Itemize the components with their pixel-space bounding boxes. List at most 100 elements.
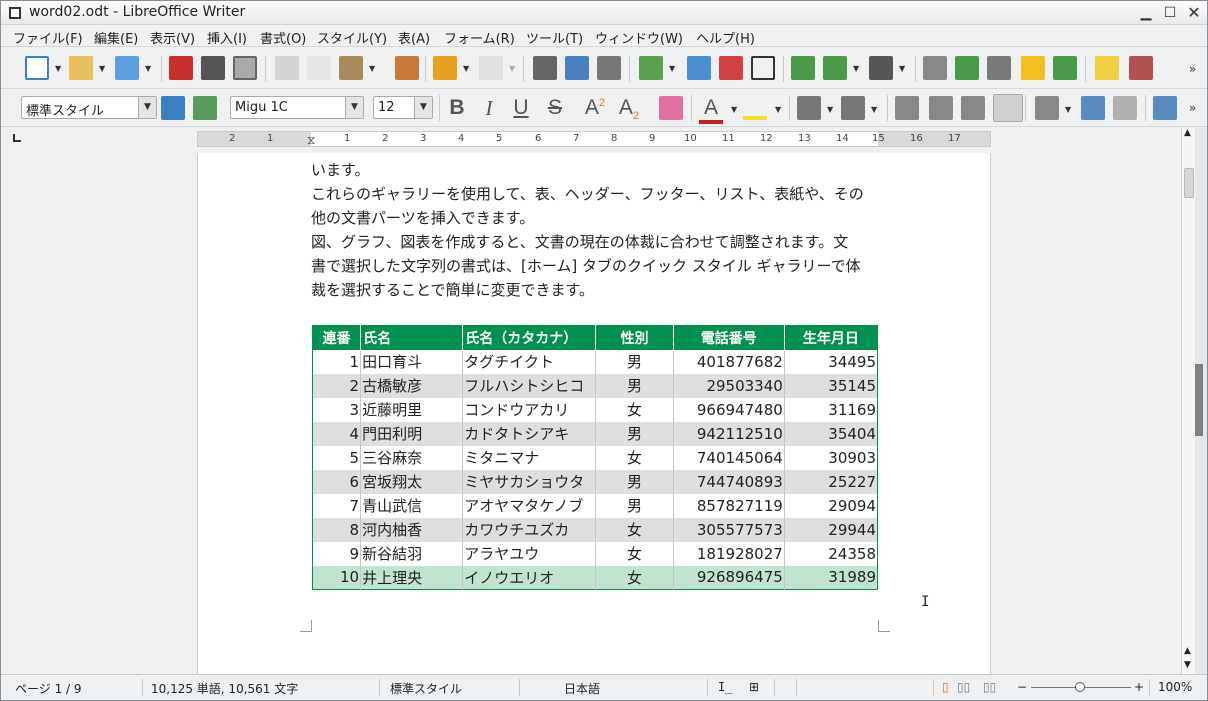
- bookmark-icon[interactable]: [1021, 56, 1045, 80]
- book-view-icon[interactable]: ▯▯: [983, 680, 996, 694]
- table-cell[interactable]: 河内柚香: [360, 517, 463, 542]
- menu-view[interactable]: 表示(V): [150, 28, 195, 47]
- underline-icon[interactable]: U: [509, 96, 533, 120]
- insert-page-break-icon[interactable]: [791, 56, 815, 80]
- vertical-scrollbar[interactable]: ▲ ▲ ▼: [1181, 128, 1195, 674]
- subscript-icon[interactable]: A2: [617, 96, 641, 122]
- table-dropdown-icon[interactable]: ▼: [669, 64, 675, 73]
- table-row[interactable]: 2 古橋敏彦 フルハシトシヒコ 男 29503340 35145: [312, 373, 878, 398]
- table-cell[interactable]: 男: [595, 469, 674, 494]
- track-changes-icon[interactable]: [1129, 56, 1153, 80]
- table-cell[interactable]: イノウエリオ: [462, 565, 596, 590]
- paragraph-text[interactable]: 図、グラフ、図表を作成すると、文書の現在の体裁に合わせて調整されます。文: [311, 230, 848, 254]
- table-cell[interactable]: 青山武信: [360, 493, 463, 518]
- table-cell[interactable]: 29503340: [672, 373, 785, 398]
- paste-dropdown-icon[interactable]: ▼: [369, 64, 375, 73]
- table-cell[interactable]: 3: [313, 398, 361, 422]
- table-cell[interactable]: 744740893: [672, 469, 785, 494]
- justify-icon[interactable]: [993, 94, 1023, 122]
- scroll-up-icon[interactable]: ▲: [1184, 128, 1191, 138]
- special-character-icon[interactable]: [869, 56, 893, 80]
- open-dropdown-icon[interactable]: ▼: [99, 64, 105, 73]
- table-cell[interactable]: ミヤサカショウタ: [462, 469, 596, 494]
- cut-icon[interactable]: [275, 56, 299, 80]
- insert-textbox-icon[interactable]: [751, 56, 775, 80]
- menu-file[interactable]: ファイル(F): [13, 28, 83, 47]
- toolbar-overflow-icon[interactable]: »: [1189, 101, 1196, 115]
- table-cell[interactable]: 古橋敏彦: [360, 373, 463, 398]
- table-cell[interactable]: 305577573: [672, 517, 785, 542]
- zoom-slider-handle[interactable]: [1075, 682, 1085, 692]
- export-pdf-icon[interactable]: [169, 56, 193, 80]
- menu-edit[interactable]: 編集(E): [94, 28, 138, 47]
- table-cell[interactable]: フルハシトシヒコ: [462, 373, 596, 398]
- cross-reference-icon[interactable]: [1053, 56, 1077, 80]
- single-page-view-icon[interactable]: ▯: [942, 680, 949, 694]
- chevron-down-icon[interactable]: ▼: [345, 97, 363, 118]
- numbered-dropdown-icon[interactable]: ▼: [871, 105, 877, 114]
- print-icon[interactable]: [201, 56, 225, 80]
- line-spacing-dropdown-icon[interactable]: ▼: [1065, 105, 1071, 114]
- superscript-icon[interactable]: A2: [583, 96, 607, 120]
- table-cell[interactable]: カワウチユズカ: [462, 517, 596, 542]
- chevron-down-icon[interactable]: ▼: [414, 97, 432, 118]
- table-cell[interactable]: 31169: [783, 397, 878, 422]
- table-cell[interactable]: コンドウアカリ: [462, 397, 596, 422]
- zoom-level[interactable]: 100%: [1158, 680, 1192, 694]
- sidebar-toggle-handle[interactable]: [1195, 364, 1203, 436]
- menu-insert[interactable]: 挿入(I): [207, 28, 247, 47]
- table-cell[interactable]: 男: [595, 373, 674, 398]
- insert-field-icon[interactable]: [823, 56, 847, 80]
- table-cell[interactable]: 857827119: [672, 493, 785, 518]
- table-cell[interactable]: 女: [595, 397, 674, 422]
- column-header[interactable]: 連番: [312, 325, 361, 350]
- table-cell[interactable]: 35145: [783, 373, 878, 398]
- redo-icon[interactable]: [479, 56, 503, 80]
- table-cell[interactable]: 門田利明: [360, 421, 463, 446]
- table-cell[interactable]: 25227: [783, 469, 878, 494]
- insert-mode-icon[interactable]: I_: [718, 680, 732, 694]
- undo-dropdown-icon[interactable]: ▼: [463, 64, 469, 73]
- undo-icon[interactable]: [433, 56, 457, 80]
- table-cell[interactable]: 35404: [783, 421, 878, 446]
- table-cell[interactable]: 966947480: [672, 397, 785, 422]
- special-char-dropdown-icon[interactable]: ▼: [899, 64, 905, 73]
- document-area[interactable]: 2 1 ⧖ 1 2 3 4 5 6 7 8 9 10 11 12 13 14 1…: [1, 128, 1181, 674]
- table-cell[interactable]: 三谷麻奈: [360, 445, 463, 470]
- language[interactable]: 日本語: [564, 680, 600, 697]
- table-cell[interactable]: 7: [313, 494, 361, 518]
- field-dropdown-icon[interactable]: ▼: [853, 64, 859, 73]
- table-row[interactable]: 7 青山武信 アオヤマタケノブ 男 857827119 29094: [313, 493, 878, 518]
- data-table[interactable]: 連番 氏名 氏名（カタカナ） 性別 電話番号 生年月日 1 田口育斗 タグチイク…: [312, 325, 878, 590]
- table-cell[interactable]: 31989: [783, 565, 878, 590]
- table-cell[interactable]: 田口育斗: [360, 349, 463, 374]
- clone-formatting-icon[interactable]: [395, 56, 419, 80]
- align-center-icon[interactable]: [929, 96, 953, 120]
- save-icon[interactable]: [115, 56, 139, 80]
- table-cell[interactable]: 29094: [783, 493, 878, 518]
- page-style[interactable]: 標準スタイル: [390, 680, 462, 697]
- scroll-down-icon[interactable]: ▼: [1184, 660, 1191, 670]
- table-cell[interactable]: 29944: [783, 517, 878, 542]
- table-cell[interactable]: 2: [312, 373, 361, 398]
- table-cell[interactable]: 926896475: [672, 565, 785, 590]
- highlight-icon[interactable]: [743, 96, 767, 120]
- clear-formatting-icon[interactable]: [659, 96, 683, 120]
- table-cell[interactable]: 井上理央: [360, 565, 463, 590]
- spelling-icon[interactable]: [565, 56, 589, 80]
- bullet-list-icon[interactable]: [797, 96, 821, 120]
- column-header[interactable]: 氏名: [360, 325, 463, 350]
- table-cell[interactable]: 24358: [783, 541, 878, 566]
- table-row[interactable]: 9 新谷結羽 アラヤユウ 女 181928027 24358: [313, 541, 878, 566]
- column-header[interactable]: 氏名（カタカナ）: [462, 325, 596, 350]
- table-row[interactable]: 5 三谷麻奈 ミタニマナ 女 740145064 30903: [313, 445, 878, 470]
- increase-spacing-icon[interactable]: [1081, 96, 1105, 120]
- paragraph-text[interactable]: 他の文書パーツを挿入できます。: [311, 206, 534, 230]
- line-spacing-icon[interactable]: [1035, 96, 1059, 120]
- word-count[interactable]: 10,125 単語, 10,561 文字: [151, 680, 298, 697]
- paragraph-text[interactable]: います。: [311, 158, 370, 182]
- table-cell[interactable]: 34495: [783, 349, 878, 374]
- tab-stop-selector[interactable]: [13, 134, 21, 142]
- highlight-dropdown-icon[interactable]: ▼: [775, 105, 781, 114]
- column-header[interactable]: 生年月日: [783, 325, 878, 350]
